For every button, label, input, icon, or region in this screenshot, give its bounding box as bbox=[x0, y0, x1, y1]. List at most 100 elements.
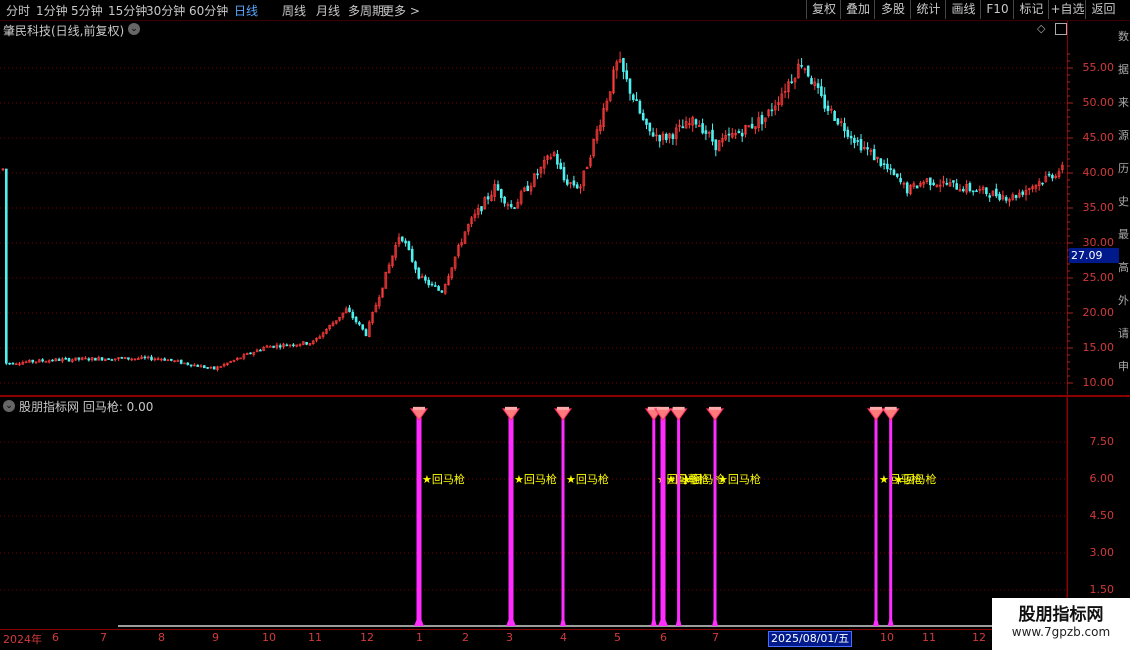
candle-body bbox=[358, 322, 361, 325]
side-glyph: 据 bbox=[1118, 63, 1129, 76]
candle-body bbox=[166, 359, 170, 362]
candle-body bbox=[466, 224, 470, 232]
candle-body bbox=[255, 349, 259, 353]
time-axis-label: 12 bbox=[360, 631, 374, 644]
candle-body bbox=[282, 343, 285, 347]
candle-body bbox=[948, 182, 952, 187]
signal-spike bbox=[506, 614, 516, 626]
signal-label: ★回马枪 bbox=[894, 472, 937, 486]
candle-body bbox=[67, 358, 71, 362]
candle-body bbox=[437, 286, 440, 291]
price-tick-label: 10.00 bbox=[1082, 376, 1115, 389]
candle-body bbox=[787, 81, 790, 93]
toolbar-button-7[interactable]: +自选 bbox=[1048, 0, 1086, 19]
toolbar-button-0[interactable]: 复权 bbox=[806, 0, 841, 19]
chevron-down-icon[interactable]: ⌄ bbox=[128, 23, 140, 35]
toolbar-button-4[interactable]: 画线 bbox=[945, 0, 981, 19]
candle-body bbox=[747, 125, 751, 128]
candle-body bbox=[94, 357, 97, 361]
candle-body bbox=[212, 366, 216, 370]
candle-body bbox=[54, 358, 58, 362]
candle-body bbox=[486, 196, 490, 200]
candle-body bbox=[866, 147, 869, 150]
candle-body bbox=[922, 181, 926, 185]
candle-body bbox=[526, 185, 530, 192]
period-tab-2[interactable]: 5分钟 bbox=[71, 2, 103, 19]
candle-body bbox=[153, 358, 157, 361]
period-tab-8[interactable]: 月线 bbox=[316, 2, 340, 19]
candle-body bbox=[113, 358, 117, 361]
candle-body bbox=[140, 356, 143, 359]
signal-spike bbox=[650, 614, 657, 626]
candle-body bbox=[869, 150, 873, 152]
diamond-icon[interactable]: ◇ bbox=[1037, 22, 1045, 35]
candle-body bbox=[826, 105, 830, 111]
candle-body bbox=[935, 184, 939, 187]
candle-body bbox=[684, 121, 688, 129]
side-glyph: 申 bbox=[1118, 360, 1129, 373]
period-tab-5[interactable]: 60分钟 bbox=[189, 2, 228, 19]
candle-body bbox=[341, 312, 345, 318]
candle-body bbox=[150, 356, 153, 361]
signal-marker-top bbox=[672, 406, 685, 410]
candle-body bbox=[631, 94, 635, 100]
candle-body bbox=[496, 184, 500, 191]
candle-body bbox=[110, 359, 114, 361]
toolbar-button-8[interactable]: 返回 bbox=[1085, 0, 1121, 19]
time-axis-label: 2024年 bbox=[3, 633, 42, 646]
candle-body bbox=[87, 358, 91, 361]
candle-body bbox=[278, 345, 282, 348]
candlestick-chart[interactable]: ★回马枪 ★回马枪 ★回马枪 ★回马枪★回马枪★回马枪★回马枪 ★回马枪★回马枪 bbox=[0, 0, 1130, 650]
period-tab-7[interactable]: 周线 bbox=[282, 2, 306, 19]
candle-body bbox=[407, 241, 411, 251]
toolbar-button-6[interactable]: 标记 bbox=[1013, 0, 1049, 19]
candle-body bbox=[453, 256, 457, 269]
candle-body bbox=[575, 184, 579, 189]
candle-body bbox=[384, 271, 388, 289]
candle-body bbox=[556, 153, 559, 165]
window-toggle-icon[interactable] bbox=[1055, 23, 1067, 35]
candle-body bbox=[800, 65, 803, 67]
candle-body bbox=[513, 207, 516, 209]
period-tab-0[interactable]: 分时 bbox=[6, 2, 30, 19]
period-tab-4[interactable]: 30分钟 bbox=[146, 2, 185, 19]
signal-marker bbox=[644, 408, 663, 421]
signal-label: ★回马枪 bbox=[566, 472, 609, 486]
indicator-tick-label: 6.00 bbox=[1089, 472, 1115, 485]
chevron-down-icon[interactable]: ⌄ bbox=[3, 400, 15, 412]
candle-body bbox=[833, 111, 836, 121]
period-tab-10[interactable]: 更多 > bbox=[382, 2, 420, 19]
candle-body bbox=[193, 364, 196, 367]
candle-body bbox=[542, 160, 546, 169]
period-tab-9[interactable]: 多周期 bbox=[348, 2, 384, 19]
candle-body bbox=[763, 117, 767, 122]
candle-body bbox=[325, 328, 328, 334]
candle-body bbox=[668, 133, 671, 139]
period-tab-3[interactable]: 15分钟 bbox=[108, 2, 147, 19]
candle-body bbox=[163, 358, 166, 361]
period-tab-6[interactable]: 日线 bbox=[234, 2, 258, 19]
candle-body bbox=[84, 357, 87, 360]
candle-body bbox=[1001, 195, 1005, 200]
candle-body bbox=[506, 204, 510, 206]
period-tab-1[interactable]: 1分钟 bbox=[36, 2, 68, 19]
candle-body bbox=[862, 146, 866, 150]
candle-body bbox=[846, 129, 850, 137]
toolbar-button-2[interactable]: 多股 bbox=[874, 0, 911, 19]
signal-marker-top bbox=[870, 406, 882, 410]
cursor-date-tag: 2025/08/01/五 bbox=[768, 631, 853, 647]
candle-body bbox=[988, 195, 992, 198]
signal-spike bbox=[675, 614, 682, 626]
toolbar-button-5[interactable]: F10 bbox=[980, 0, 1014, 19]
toolbar-button-3[interactable]: 统计 bbox=[910, 0, 946, 19]
candle-body bbox=[334, 320, 338, 324]
candle-body bbox=[968, 183, 972, 192]
signal-marker bbox=[706, 408, 724, 421]
candle-body bbox=[714, 139, 718, 151]
toolbar-button-1[interactable]: 叠加 bbox=[840, 0, 875, 19]
candle-body bbox=[5, 168, 8, 364]
candle-body bbox=[321, 332, 325, 337]
candle-body bbox=[61, 358, 64, 362]
candle-body bbox=[730, 132, 734, 138]
candle-body bbox=[77, 357, 81, 360]
